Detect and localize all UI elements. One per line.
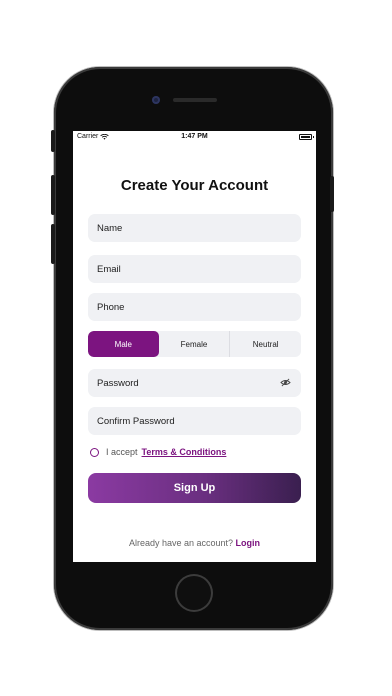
volume-down-button: [51, 224, 55, 264]
password-field[interactable]: Password: [88, 369, 301, 397]
sign-up-button[interactable]: Sign Up: [88, 473, 301, 503]
login-link[interactable]: Login: [236, 538, 261, 548]
mute-switch: [51, 130, 55, 152]
status-bar: Carrier 1:47 PM: [73, 131, 316, 144]
confirm-password-field[interactable]: Confirm Password: [88, 407, 301, 435]
email-placeholder: Email: [97, 263, 121, 275]
phone-placeholder: Phone: [97, 301, 125, 313]
name-field[interactable]: Name: [88, 214, 301, 242]
battery-icon: [299, 134, 314, 140]
confirm-password-placeholder: Confirm Password: [97, 415, 175, 427]
login-prompt: Already have an account? Login: [73, 538, 316, 548]
name-placeholder: Name: [97, 222, 123, 234]
eye-slash-icon[interactable]: [280, 378, 291, 387]
app-screen: Carrier 1:47 PM Create Your Account Name…: [73, 131, 316, 562]
gender-segmented-control: Male Female Neutral: [88, 331, 301, 357]
gender-option-male[interactable]: Male: [88, 331, 159, 357]
volume-up-button: [51, 175, 55, 215]
gender-option-neutral[interactable]: Neutral: [229, 331, 301, 357]
power-button: [330, 176, 334, 212]
earpiece-speaker: [173, 98, 217, 102]
terms-prefix: I accept: [106, 447, 138, 457]
page-title: Create Your Account: [120, 177, 269, 194]
home-button[interactable]: [175, 574, 213, 612]
gender-option-female[interactable]: Female: [159, 331, 230, 357]
password-placeholder: Password: [97, 377, 139, 389]
status-time: 1:47 PM: [181, 133, 208, 140]
terms-row: I accept Terms & Conditions: [90, 447, 226, 457]
front-camera: [152, 96, 160, 104]
email-field[interactable]: Email: [88, 255, 301, 283]
phone-field[interactable]: Phone: [88, 293, 301, 321]
terms-checkbox[interactable]: [90, 447, 99, 457]
login-prompt-text: Already have an account?: [128, 538, 234, 548]
terms-link[interactable]: Terms & Conditions: [142, 447, 227, 457]
